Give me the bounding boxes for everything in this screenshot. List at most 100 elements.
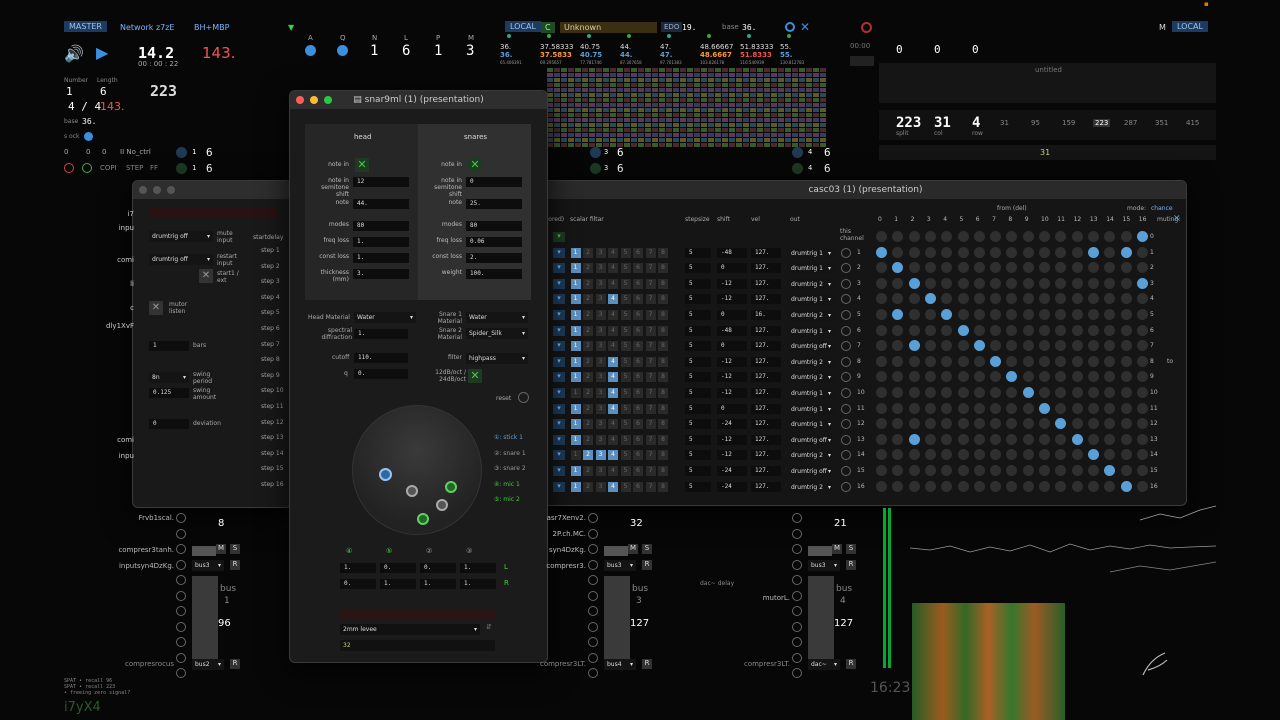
- scalar-cell[interactable]: 4: [608, 294, 618, 305]
- grid-cell[interactable]: [610, 68, 616, 72]
- bus-fader[interactable]: [808, 576, 834, 660]
- grid-cell[interactable]: [561, 138, 567, 142]
- matrix-dot[interactable]: [924, 277, 936, 289]
- grid-cell[interactable]: [617, 113, 623, 117]
- stepsize-input[interactable]: 5: [685, 434, 711, 445]
- grid-cell[interactable]: [561, 93, 567, 97]
- grid-cell[interactable]: [680, 133, 686, 137]
- matrix-dot[interactable]: [973, 387, 985, 398]
- out-dropdown[interactable]: drumtrig 2: [788, 372, 834, 384]
- scalar-cell[interactable]: 7: [645, 263, 656, 274]
- matrix-dot[interactable]: [1055, 387, 1067, 398]
- grid-cell[interactable]: [715, 98, 721, 102]
- grid-cell[interactable]: [722, 123, 728, 127]
- grid-cell[interactable]: [813, 133, 819, 137]
- vel-input[interactable]: 127.: [751, 388, 781, 398]
- vel-input[interactable]: 127.: [751, 247, 781, 258]
- grid-cell[interactable]: [631, 128, 637, 132]
- grid-cell[interactable]: [568, 113, 574, 117]
- grid-cell[interactable]: [582, 68, 588, 72]
- matrix-dot[interactable]: [876, 480, 887, 492]
- grid-cell[interactable]: [708, 83, 714, 87]
- grid-cell[interactable]: [680, 108, 686, 112]
- aq-value[interactable]: 1: [434, 43, 442, 59]
- circle-icon[interactable]: [785, 22, 795, 32]
- grid-cell[interactable]: [603, 88, 609, 92]
- grid-cell[interactable]: [778, 68, 784, 72]
- matrix-dot[interactable]: [892, 293, 904, 305]
- strip-toggle[interactable]: [176, 528, 186, 539]
- grid-cell[interactable]: [596, 68, 602, 72]
- grid-cell[interactable]: [617, 73, 623, 77]
- grid-cell[interactable]: [652, 138, 658, 142]
- grid-cell[interactable]: [659, 113, 665, 117]
- scalar-cell[interactable]: 7: [645, 294, 656, 305]
- matrix-dot[interactable]: [941, 449, 953, 461]
- grid-cell[interactable]: [764, 133, 770, 137]
- shift-input[interactable]: -24: [717, 419, 747, 430]
- matrix-dot[interactable]: [1120, 480, 1132, 492]
- grid-cell[interactable]: [778, 93, 784, 97]
- matrix-dot[interactable]: [1087, 449, 1099, 461]
- grid-cell[interactable]: [575, 73, 581, 77]
- pair-knob[interactable]: [792, 163, 803, 174]
- grid-cell[interactable]: [561, 103, 567, 107]
- col-a[interactable]: 48.66667: [700, 43, 733, 51]
- matrix-dot[interactable]: [1055, 340, 1067, 352]
- matrix-dot[interactable]: [990, 340, 1002, 352]
- grid-cell[interactable]: [652, 113, 658, 117]
- scalar-cell[interactable]: 5: [620, 325, 631, 336]
- grid-cell[interactable]: [631, 73, 637, 77]
- grid-cell[interactable]: [568, 123, 574, 127]
- matrix-dot[interactable]: [908, 293, 920, 305]
- grid-cell[interactable]: [589, 98, 595, 102]
- matrix-dot[interactable]: [957, 262, 969, 274]
- right-pair-a[interactable]: 4: [808, 148, 812, 156]
- grid-cell[interactable]: [806, 128, 812, 132]
- grid-cell[interactable]: [666, 128, 672, 132]
- grid-cell[interactable]: [610, 83, 616, 87]
- casc-window[interactable]: casc03 (1) (presentation) from (del) mod…: [544, 180, 1187, 506]
- grid-cell[interactable]: [708, 138, 714, 142]
- grid-cell[interactable]: [638, 93, 644, 97]
- grid-cell[interactable]: [645, 68, 651, 72]
- cutoff-input[interactable]: 110.: [354, 353, 408, 363]
- out-dropdown[interactable]: drumtrig 1: [788, 294, 834, 306]
- grid-cell[interactable]: [554, 123, 560, 127]
- grid-cell[interactable]: [708, 93, 714, 97]
- grid-cell[interactable]: [680, 103, 686, 107]
- matrix-dot[interactable]: [1006, 480, 1018, 492]
- grid-cell[interactable]: [701, 113, 707, 117]
- copy-toggle[interactable]: [82, 163, 92, 173]
- grid-cell[interactable]: [589, 68, 595, 72]
- restart-input-dropdown[interactable]: drumtrig off: [149, 254, 213, 265]
- strip-toggle[interactable]: [588, 606, 598, 616]
- grid-cell[interactable]: [694, 138, 700, 142]
- grid-cell[interactable]: [785, 73, 791, 77]
- grid-cell[interactable]: [757, 103, 763, 107]
- grid-cell[interactable]: [547, 88, 553, 92]
- q-input[interactable]: 0.: [354, 369, 408, 379]
- solo-button[interactable]: S: [642, 544, 652, 554]
- scalar-cell[interactable]: 8: [658, 388, 668, 398]
- matrix-dot[interactable]: [990, 480, 1002, 492]
- shift-input[interactable]: -12: [717, 450, 747, 461]
- grid-cell[interactable]: [666, 73, 672, 77]
- matrix-dot[interactable]: [1104, 465, 1116, 476]
- grid-cell[interactable]: [561, 83, 567, 87]
- matrix-dot[interactable]: [1039, 293, 1050, 305]
- matrix-dot[interactable]: [1055, 246, 1067, 258]
- grid-cell[interactable]: [575, 133, 581, 137]
- scalar-cell[interactable]: 2: [583, 434, 593, 445]
- grid-cell[interactable]: [764, 93, 770, 97]
- grid-cell[interactable]: [764, 118, 770, 122]
- scalar-cell[interactable]: 2: [583, 372, 593, 383]
- pair-b[interactable]: 6: [206, 146, 213, 159]
- matrix-dot[interactable]: [1104, 387, 1116, 398]
- matrix-dot[interactable]: [876, 246, 887, 258]
- scalar-cell[interactable]: 1: [570, 247, 581, 258]
- scalar-cell[interactable]: 1: [570, 403, 581, 414]
- matrix-dot[interactable]: [941, 277, 953, 289]
- out-dropdown[interactable]: drumtrig 1: [788, 419, 834, 431]
- grid-cell[interactable]: [638, 123, 644, 127]
